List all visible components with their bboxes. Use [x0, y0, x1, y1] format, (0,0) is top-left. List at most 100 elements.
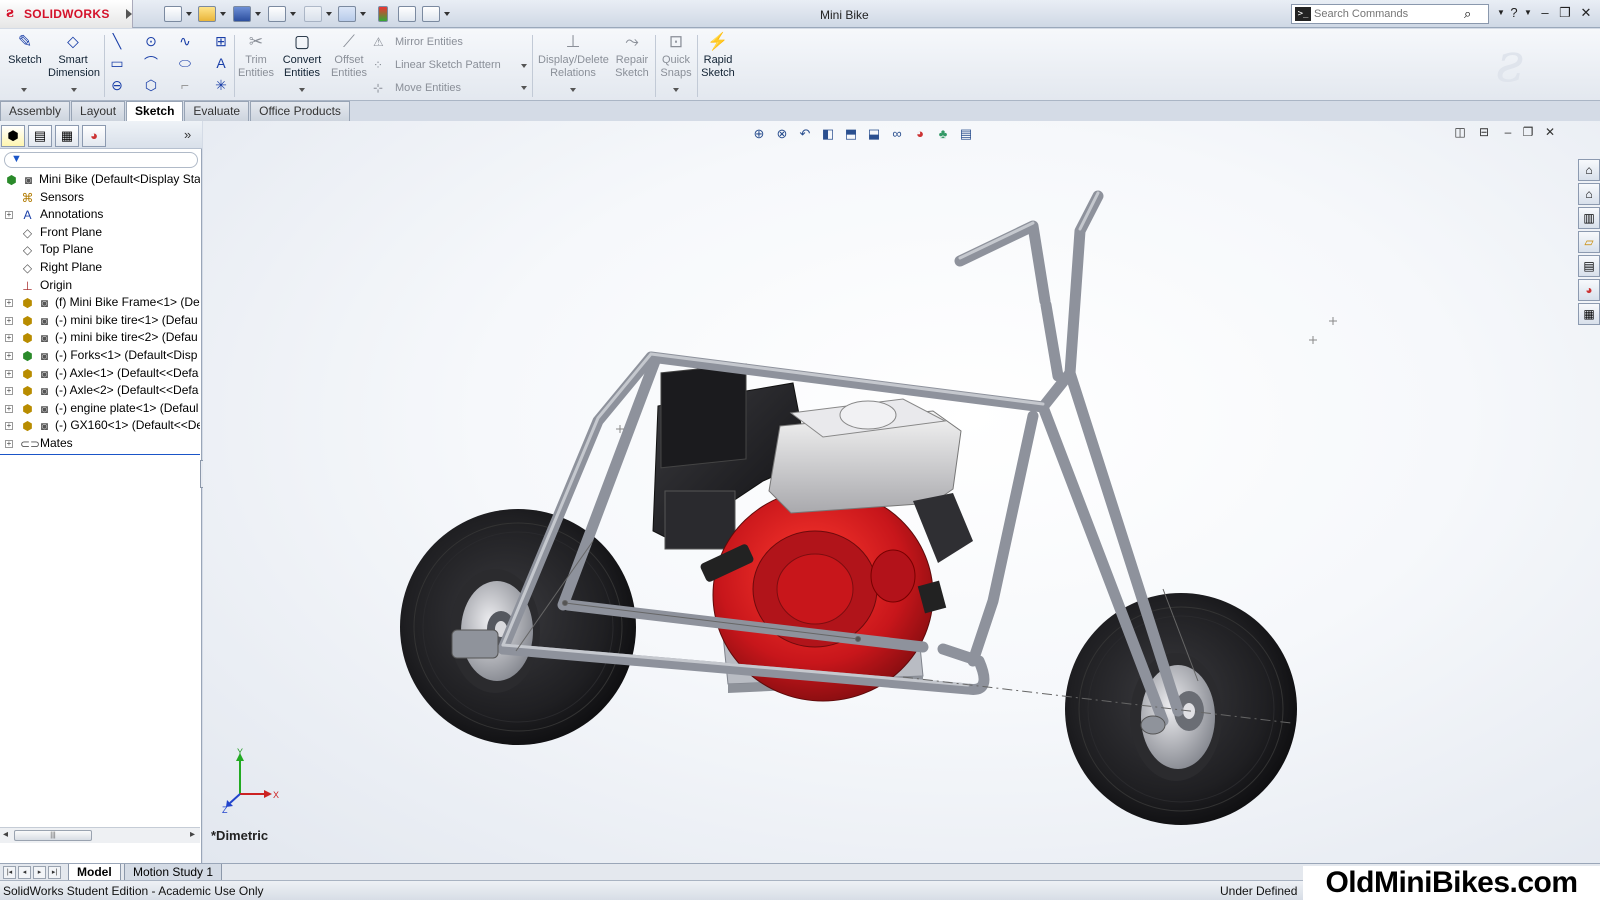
apply-scene-icon[interactable]: ♣ [933, 125, 953, 143]
search-icon[interactable]: ⌕ [1464, 6, 1471, 22]
first-tab-icon[interactable]: |◂ [3, 866, 16, 879]
arc-icon[interactable]: ⌒ [142, 55, 160, 71]
spline-icon[interactable]: ∿ [176, 33, 194, 49]
menu-expand-arrow-icon[interactable] [126, 9, 132, 19]
split-horizontal-icon[interactable]: ⊟ [1476, 125, 1492, 139]
display-manager-tab-icon[interactable]: ◕ [82, 125, 106, 147]
close-window-icon[interactable]: ✕ [1577, 5, 1595, 21]
expand-node-icon[interactable]: + [5, 422, 13, 431]
chevron-down-icon[interactable] [290, 12, 296, 16]
view-palette-icon[interactable]: ▤ [1578, 255, 1600, 277]
tab-assembly[interactable]: Assembly [0, 101, 71, 121]
line-icon[interactable]: ╲ [108, 33, 126, 49]
chevron-down-icon[interactable] [186, 12, 192, 16]
tree-item[interactable]: + ⬢ ◙ (-) Axle<1> (Default<<Defa [0, 365, 200, 383]
expand-node-icon[interactable]: + [5, 387, 13, 396]
tab-evaluate[interactable]: Evaluate [184, 101, 250, 121]
new-document-button[interactable] [164, 5, 192, 23]
feature-manager-tab-icon[interactable]: ⬢ [1, 125, 25, 147]
expand-panel-icon[interactable]: » [184, 127, 191, 142]
tree-item[interactable]: + ⬢ ◙ (-) Forks<1> (Default<Disp [0, 347, 200, 365]
tree-filter[interactable]: ▼ [4, 152, 198, 168]
solidworks-resources-icon[interactable]: ⌂ [1578, 159, 1600, 181]
display-delete-relations-button[interactable]: ⊥ Display/Delete Relations [538, 32, 609, 80]
tab-office-products[interactable]: Office Products [250, 101, 350, 121]
previous-view-icon[interactable]: ↶ [795, 125, 815, 143]
point-icon[interactable]: ✳ [212, 77, 230, 93]
panel-horizontal-scrollbar[interactable]: ◂ ||| ▸ [0, 827, 200, 843]
display-style-icon[interactable]: ⬓ [864, 125, 884, 143]
file-properties-button[interactable] [398, 5, 416, 23]
tree-item[interactable]: + A Annotations [0, 206, 200, 224]
text-icon[interactable]: A [212, 55, 230, 71]
chevron-down-icon[interactable] [21, 88, 27, 92]
rebuild-button[interactable] [378, 5, 388, 23]
circle-icon[interactable]: ⊙ [142, 33, 160, 49]
tree-item[interactable]: ◇ Front Plane [0, 224, 200, 242]
undo-button[interactable] [304, 5, 332, 23]
rectangle-icon[interactable]: ▭ [108, 55, 126, 71]
next-tab-icon[interactable]: ▸ [33, 866, 46, 879]
file-explorer-icon[interactable]: ▱ [1578, 231, 1600, 253]
viewport-minimize-icon[interactable]: – [1500, 125, 1516, 139]
expand-node-icon[interactable]: + [5, 369, 13, 378]
chevron-down-icon[interactable] [360, 12, 366, 16]
previous-tab-icon[interactable]: ◂ [18, 866, 31, 879]
chevron-down-icon[interactable] [673, 88, 679, 92]
tab-layout[interactable]: Layout [71, 101, 126, 121]
expand-node-icon[interactable]: + [5, 439, 13, 448]
chevron-down-icon[interactable] [521, 86, 527, 90]
configuration-manager-tab-icon[interactable]: ▦ [55, 125, 79, 147]
property-manager-tab-icon[interactable]: ▤ [28, 125, 52, 147]
repair-sketch-button[interactable]: ⤳ Repair Sketch [607, 32, 657, 80]
split-vertical-icon[interactable]: ◫ [1452, 125, 1468, 139]
search-input[interactable] [1314, 6, 1459, 22]
expand-node-icon[interactable]: + [5, 211, 13, 220]
ellipse-icon[interactable]: ⬭ [176, 55, 194, 71]
tree-item[interactable]: + ⬢ ◙ (-) mini bike tire<2> (Defau [0, 329, 200, 347]
expand-node-icon[interactable]: + [5, 316, 13, 325]
scroll-right-icon[interactable]: ▸ [190, 829, 195, 840]
tree-item[interactable]: + ⬢ ◙ (-) mini bike tire<1> (Defau [0, 312, 200, 330]
chevron-down-icon[interactable] [299, 88, 305, 92]
tree-item[interactable]: + ⬢ ◙ (-) Axle<2> (Default<<Defa [0, 382, 200, 400]
last-tab-icon[interactable]: ▸| [48, 866, 61, 879]
tab-model[interactable]: Model [68, 864, 121, 881]
tree-item[interactable]: ⊥ Origin [0, 277, 200, 295]
print-button[interactable] [268, 5, 296, 23]
restore-window-icon[interactable]: ❐ [1556, 5, 1574, 21]
home-icon[interactable]: ⌂ [1578, 183, 1600, 205]
hide-show-items-icon[interactable]: ∞ [887, 125, 907, 143]
zoom-to-fit-icon[interactable]: ⊕ [749, 125, 769, 143]
linear-sketch-pattern-button[interactable]: ⁘ Linear Sketch Pattern [373, 56, 501, 74]
view-orientation-icon[interactable]: ⬒ [841, 125, 861, 143]
chevron-down-icon[interactable] [71, 88, 77, 92]
rollback-bar[interactable] [0, 454, 200, 455]
slot-icon[interactable]: ⊖ [108, 77, 126, 93]
rapid-sketch-button[interactable]: ⚡ Rapid Sketch [693, 32, 743, 80]
smart-dimension-button[interactable]: ⬦ Smart Dimension [48, 32, 100, 80]
search-commands-box[interactable]: >_ ⌕ [1291, 4, 1489, 24]
view-settings-icon[interactable]: ▤ [956, 125, 976, 143]
expand-node-icon[interactable]: + [5, 334, 13, 343]
move-entities-button[interactable]: ⊹ Move Entities [373, 79, 461, 97]
section-view-icon[interactable]: ◧ [818, 125, 838, 143]
zoom-to-area-icon[interactable]: ⊗ [772, 125, 792, 143]
select-button[interactable] [338, 5, 366, 23]
tree-item[interactable]: + ⊂⊃ Mates [0, 435, 200, 453]
tree-item[interactable]: + ⬢ ◙ (f) Mini Bike Frame<1> (De [0, 294, 200, 312]
viewport-close-icon[interactable]: ✕ [1542, 125, 1558, 139]
tree-item[interactable]: ⌘ Sensors [0, 189, 200, 207]
polygon-icon[interactable]: ⬡ [142, 77, 160, 93]
save-button[interactable] [233, 5, 261, 23]
custom-properties-icon[interactable]: ▦ [1578, 303, 1600, 325]
scroll-left-icon[interactable]: ◂ [3, 829, 8, 840]
options-button[interactable] [422, 5, 450, 23]
tree-item[interactable]: + ⬢ ◙ (-) GX160<1> (Default<<De [0, 417, 200, 435]
tree-item[interactable]: + ⬢ ◙ (-) engine plate<1> (Defaul [0, 400, 200, 418]
fillet-icon[interactable]: ⌐ [176, 77, 194, 93]
solidworks-logo[interactable]: ƨ SOLIDWORKS [0, 0, 133, 28]
chevron-down-icon[interactable] [570, 88, 576, 92]
tree-item[interactable]: ◇ Right Plane [0, 259, 200, 277]
mirror-entities-button[interactable]: ⚠ Mirror Entities [373, 33, 463, 51]
